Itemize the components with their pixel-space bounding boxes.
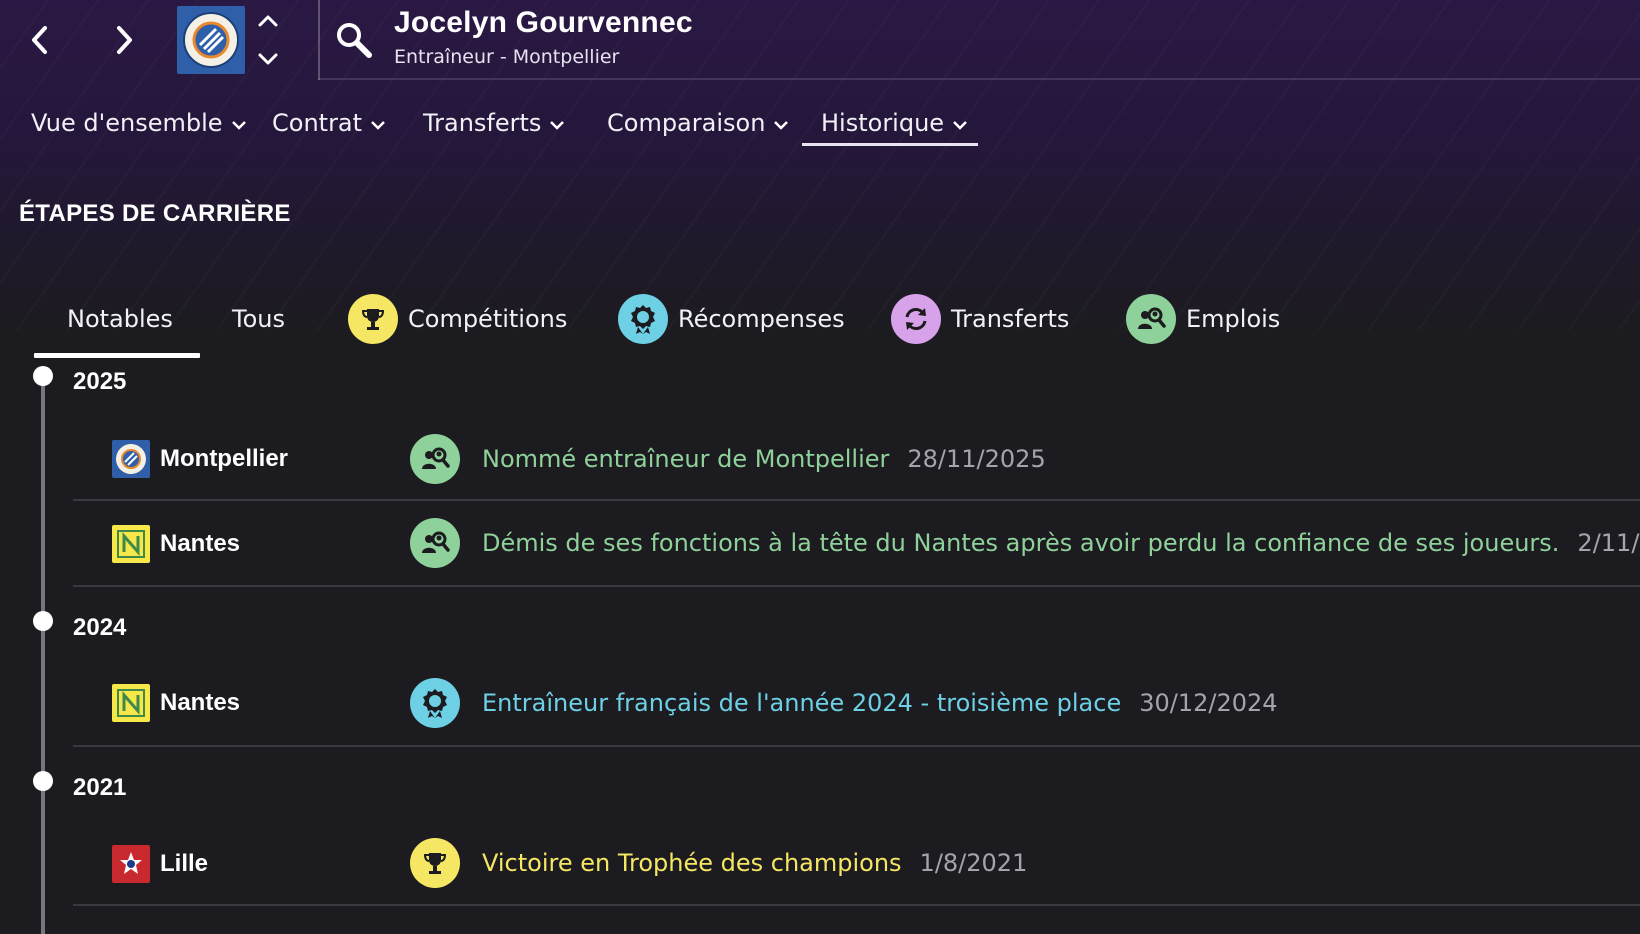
menu-historique[interactable]: Historique xyxy=(821,100,968,146)
club-link-montpellier[interactable]: Montpellier xyxy=(112,440,288,478)
nantes-crest-icon xyxy=(112,525,150,563)
event-row: Victoire en Trophée des champions 1/8/20… xyxy=(410,837,1027,889)
row-divider xyxy=(73,745,1640,747)
tab-label: Compétitions xyxy=(408,305,568,333)
event-row: Nommé entraîneur de Montpellier 28/11/20… xyxy=(410,433,1046,485)
chevron-up-icon[interactable] xyxy=(257,14,279,28)
chevron-down-icon xyxy=(774,120,789,130)
section-title: ÉTAPES DE CARRIÈRE xyxy=(19,200,291,227)
chevron-down-icon xyxy=(231,120,246,130)
row-divider xyxy=(73,499,1640,501)
event-date: 1/8/2021 xyxy=(919,849,1028,877)
event-text[interactable]: Démis de ses fonctions à la tête du Nant… xyxy=(482,529,1559,557)
tab-label: Tous xyxy=(232,305,285,333)
job-icon xyxy=(410,434,460,484)
tab-tous[interactable]: Tous xyxy=(232,295,285,343)
chevron-left-icon xyxy=(32,26,47,54)
event-row: Démis de ses fonctions à la tête du Nant… xyxy=(410,517,1640,569)
award-icon xyxy=(410,678,460,728)
player-switcher[interactable] xyxy=(256,14,280,66)
person-name: Jocelyn Gourvennec xyxy=(394,6,693,39)
award-icon xyxy=(618,294,668,344)
timeline-line xyxy=(41,374,45,934)
menu-label: Contrat xyxy=(272,109,363,137)
chevron-down-icon xyxy=(550,120,565,130)
menu-transferts[interactable]: Transferts xyxy=(423,100,565,146)
club-link-nantes[interactable]: Nantes xyxy=(112,684,240,722)
tab-emplois[interactable]: Emplois xyxy=(1126,294,1281,344)
year-label: 2024 xyxy=(73,614,127,641)
tab-recompenses[interactable]: Récompenses xyxy=(618,294,845,344)
chevron-right-icon xyxy=(117,26,132,54)
lille-crest-icon xyxy=(112,845,150,883)
chevron-down-icon xyxy=(371,120,385,130)
tab-active-indicator xyxy=(34,353,200,358)
event-row: Entraîneur français de l'année 2024 - tr… xyxy=(410,677,1278,729)
nantes-crest-icon xyxy=(112,684,150,722)
club-name: Nantes xyxy=(160,530,241,557)
event-date: 2/11/2025 xyxy=(1577,529,1640,557)
event-text[interactable]: Entraîneur français de l'année 2024 - tr… xyxy=(482,689,1121,717)
job-icon xyxy=(410,518,460,568)
club-badge[interactable] xyxy=(177,6,245,74)
year-label: 2021 xyxy=(73,774,127,801)
montpellier-crest-icon xyxy=(112,440,150,478)
job-icon xyxy=(1126,294,1176,344)
search-button[interactable] xyxy=(334,20,374,60)
tab-notables[interactable]: Notables xyxy=(67,295,173,343)
chevron-down-icon[interactable] xyxy=(257,52,279,66)
header-background xyxy=(0,0,1640,330)
event-text[interactable]: Victoire en Trophée des champions xyxy=(482,849,902,877)
tab-label: Récompenses xyxy=(678,305,845,333)
row-divider xyxy=(73,585,1640,587)
forward-button[interactable] xyxy=(104,20,144,60)
tab-label: Emplois xyxy=(1186,305,1281,333)
club-name: Montpellier xyxy=(160,445,289,472)
club-link-lille[interactable]: Lille xyxy=(112,845,208,883)
header-bottom-border xyxy=(318,78,1640,80)
trophy-icon xyxy=(348,294,398,344)
timeline-dot xyxy=(33,611,53,631)
year-label: 2025 xyxy=(73,368,127,395)
tab-label: Transferts xyxy=(951,305,1070,333)
tab-transferts[interactable]: Transferts xyxy=(891,294,1070,344)
menu-label: Comparaison xyxy=(607,109,766,137)
timeline-dot xyxy=(33,771,53,791)
timeline-dot xyxy=(33,366,53,386)
person-subtitle: Entraîneur - Montpellier xyxy=(394,46,620,68)
menu-label: Transferts xyxy=(423,109,542,137)
menu-label: Vue d'ensemble xyxy=(31,109,223,137)
search-icon xyxy=(337,23,372,58)
tab-label: Notables xyxy=(67,305,173,333)
menu-active-indicator xyxy=(802,143,978,146)
event-date: 28/11/2025 xyxy=(907,445,1046,473)
trophy-icon xyxy=(410,838,460,888)
row-divider xyxy=(73,904,1640,906)
chevron-down-icon xyxy=(953,120,967,130)
event-date: 30/12/2024 xyxy=(1139,689,1278,717)
menu-contrat[interactable]: Contrat xyxy=(272,100,386,146)
montpellier-crest-icon xyxy=(183,12,239,68)
menu-comparaison[interactable]: Comparaison xyxy=(607,100,789,146)
menu-label: Historique xyxy=(821,109,945,137)
back-button[interactable] xyxy=(20,20,60,60)
filter-tabs: Notables Tous Compétitions Récompenses T… xyxy=(0,294,1640,360)
club-name: Nantes xyxy=(160,689,241,716)
club-name: Lille xyxy=(160,850,209,877)
club-link-nantes[interactable]: Nantes xyxy=(112,525,240,563)
tab-competitions[interactable]: Compétitions xyxy=(348,294,568,344)
menu-vue-ensemble[interactable]: Vue d'ensemble xyxy=(31,100,247,146)
event-text[interactable]: Nommé entraîneur de Montpellier xyxy=(482,445,889,473)
header-divider xyxy=(318,0,320,80)
transfer-icon xyxy=(891,294,941,344)
